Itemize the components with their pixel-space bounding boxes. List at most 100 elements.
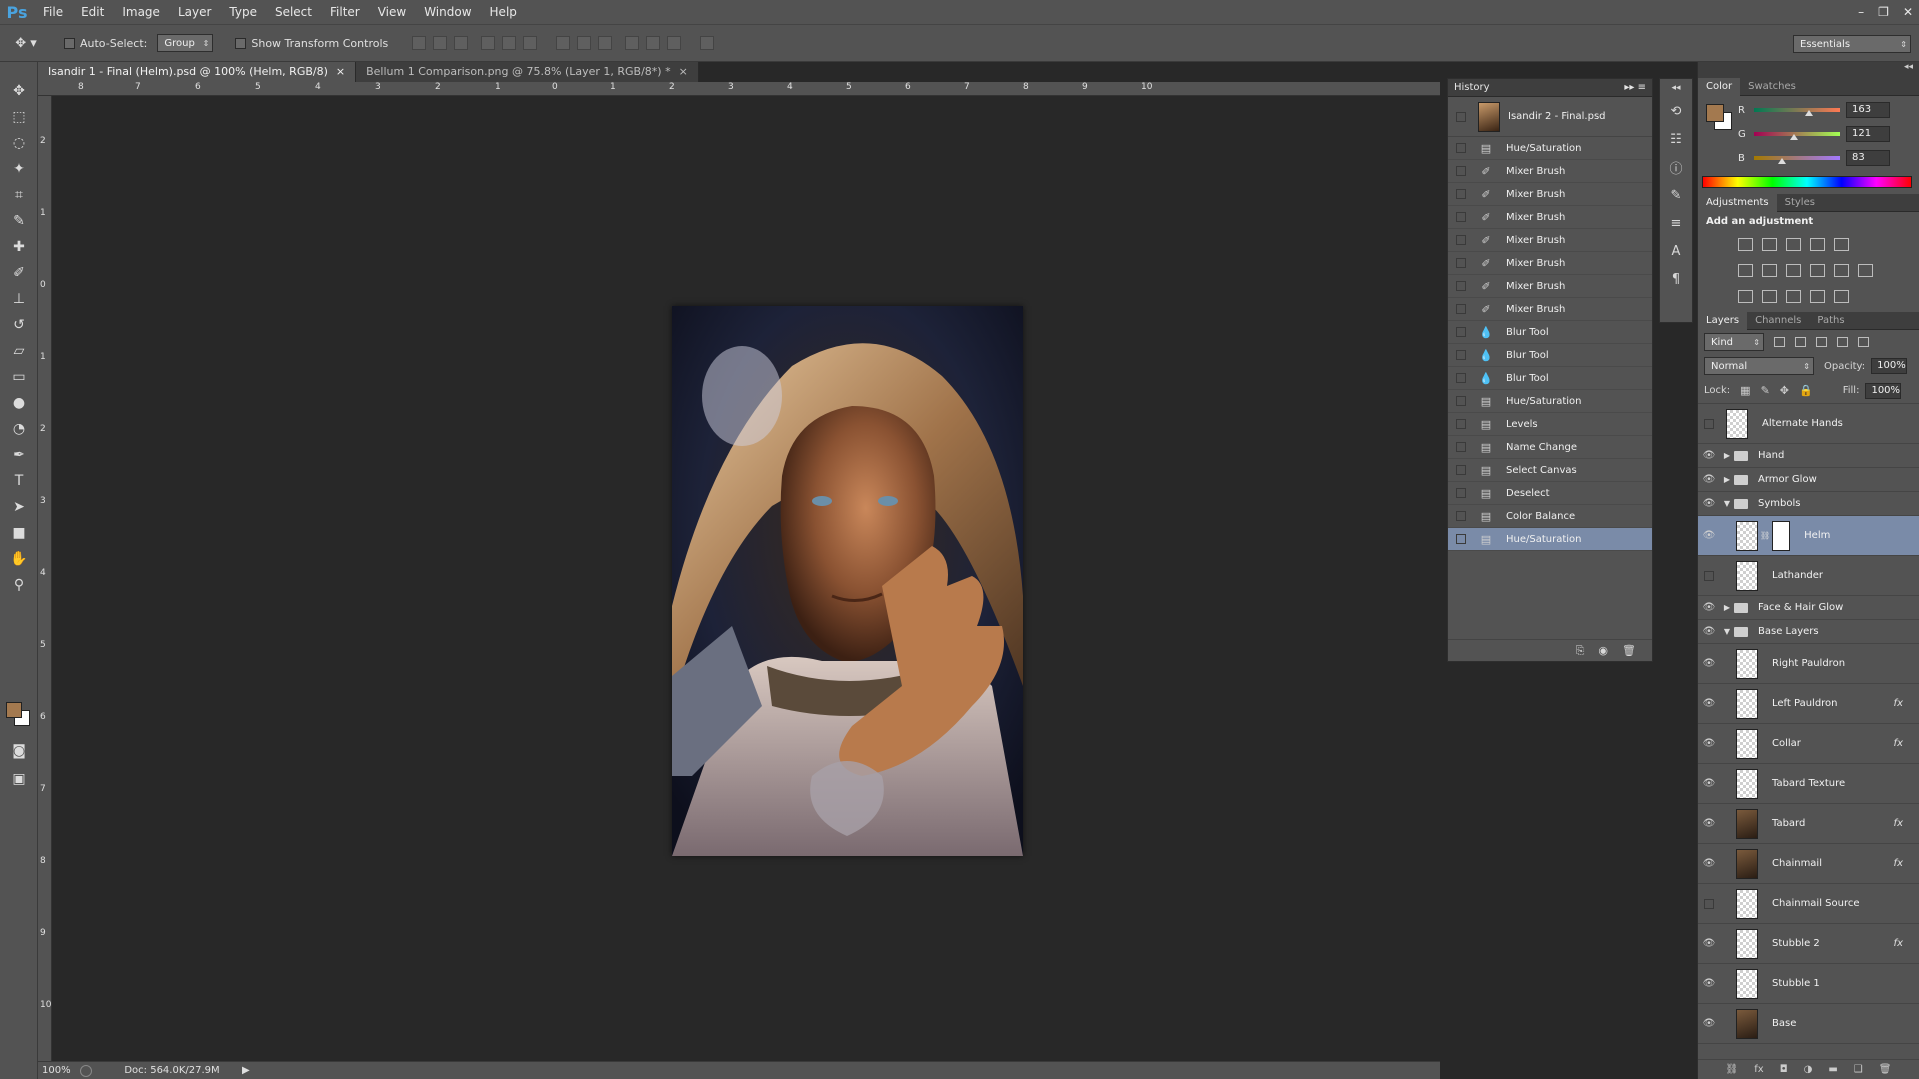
status-menu-arrow[interactable]: ▶ [242, 1065, 250, 1076]
move-tool-icon[interactable]: ✥ [0, 78, 38, 104]
gradient-map-icon[interactable] [1834, 289, 1849, 303]
auto-select-check-icon[interactable] [64, 37, 75, 49]
layer-row[interactable]: 👁 Left Pauldron fx [1698, 684, 1919, 724]
curves-icon[interactable] [1786, 237, 1801, 251]
visibility-off-icon[interactable] [1698, 418, 1720, 429]
history-item[interactable]: ✐ Mixer Brush [1448, 160, 1652, 183]
type-tool-icon[interactable]: T [0, 468, 38, 494]
close-tab-icon[interactable]: × [679, 62, 688, 82]
visibility-eye-icon[interactable]: 👁 [1698, 818, 1720, 829]
photo-filter-icon[interactable] [1810, 263, 1825, 277]
history-brush-icon[interactable]: ↺ [0, 312, 38, 338]
layer-row[interactable]: 👁 Chainmail fx [1698, 844, 1919, 884]
layer-thumbnail[interactable] [1736, 928, 1758, 959]
menu-window[interactable]: Window [415, 0, 480, 24]
pen-tool-icon[interactable]: ✒ [0, 442, 38, 468]
filter-pixel-icon[interactable] [1774, 337, 1785, 347]
screen-mode-icon[interactable]: ▣ [0, 766, 38, 792]
filter-adjustment-icon[interactable] [1795, 337, 1806, 347]
panel-menu-icon[interactable]: ▸▸ ≡ [1624, 82, 1646, 93]
history-source-check[interactable] [1456, 373, 1466, 383]
red-knob[interactable] [1805, 110, 1814, 116]
layer-thumbnail[interactable] [1736, 728, 1758, 759]
history-item[interactable]: 💧 Blur Tool [1448, 367, 1652, 390]
exposure-icon[interactable] [1810, 237, 1825, 251]
blend-mode-dropdown[interactable]: Normal [1704, 357, 1814, 375]
align-bottom-icon[interactable] [454, 36, 469, 50]
new-group-icon[interactable]: ▬ [1828, 1064, 1837, 1075]
eyedropper-icon[interactable]: ✎ [0, 208, 38, 234]
tab-isandir[interactable]: Isandir 1 - Final (Helm).psd @ 100% (Hel… [38, 62, 357, 82]
minimize-button[interactable]: – [1858, 5, 1864, 19]
layer-kind-filter[interactable]: Kind [1704, 333, 1764, 351]
layer-row[interactable]: Lathander [1698, 556, 1919, 596]
lasso-tool-icon[interactable]: ◌ [0, 130, 38, 156]
history-source-check[interactable] [1456, 166, 1466, 176]
trash-icon[interactable]: 🗑 [1622, 644, 1636, 657]
align-right-icon[interactable] [523, 36, 538, 50]
info-icon[interactable]: ⓘ [1660, 153, 1692, 181]
auto-select-dropdown[interactable]: Group [157, 34, 214, 52]
lock-pixels-icon[interactable]: ✎ [1761, 384, 1770, 397]
link-layers-icon[interactable]: ⛓ [1726, 1064, 1739, 1075]
history-item[interactable]: ▤ Hue/Saturation [1448, 390, 1652, 413]
collapsed-triangle-icon[interactable]: ▶ [1720, 603, 1734, 612]
layer-row[interactable]: 👁 Stubble 2 fx [1698, 924, 1919, 964]
brush-tool-icon[interactable]: ✐ [0, 260, 38, 286]
artwork-image[interactable] [672, 306, 1023, 856]
green-value[interactable]: 121 [1846, 126, 1890, 142]
filter-smart-icon[interactable] [1858, 337, 1869, 347]
transform-check-icon[interactable] [235, 37, 247, 49]
tab-styles[interactable]: Styles [1777, 194, 1823, 212]
layer-row[interactable]: 👁 Tabard fx [1698, 804, 1919, 844]
layer-thumbnail[interactable] [1736, 808, 1758, 839]
tab-bellum[interactable]: Bellum 1 Comparison.png @ 75.8% (Layer 1… [356, 62, 699, 82]
history-source-check[interactable] [1456, 396, 1466, 406]
new-document-icon[interactable]: ⎘ [1576, 644, 1585, 658]
history-item[interactable]: ▤ Color Balance [1448, 505, 1652, 528]
blue-slider[interactable] [1754, 156, 1840, 160]
workspace-dropdown[interactable]: Essentials [1793, 35, 1911, 53]
align-vcenter-icon[interactable] [433, 36, 448, 50]
layer-thumbnail[interactable] [1736, 768, 1758, 799]
red-slider[interactable] [1754, 108, 1840, 112]
magic-wand-icon[interactable]: ✦ [0, 156, 38, 182]
lock-transparent-icon[interactable]: ▦ [1740, 384, 1750, 397]
history-source-check[interactable] [1456, 511, 1466, 521]
distribute-left-icon[interactable] [625, 36, 640, 50]
color-balance-icon[interactable] [1762, 263, 1777, 277]
red-value[interactable]: 163 [1846, 102, 1890, 118]
visibility-eye-icon[interactable]: 👁 [1698, 978, 1720, 989]
eraser-icon[interactable]: ▱ [0, 338, 38, 364]
invert-icon[interactable] [1738, 289, 1753, 303]
layer-row[interactable]: 👁 Base [1698, 1004, 1919, 1044]
menu-layer[interactable]: Layer [169, 0, 220, 24]
history-source-check[interactable] [1456, 304, 1466, 314]
layer-thumbnail[interactable] [1736, 560, 1758, 591]
layer-thumbnail[interactable] [1736, 888, 1758, 919]
tab-swatches[interactable]: Swatches [1740, 78, 1804, 96]
menu-image[interactable]: Image [113, 0, 169, 24]
character-icon[interactable]: A [1660, 237, 1692, 265]
visibility-off-icon[interactable] [1698, 898, 1720, 909]
brush-presets-icon[interactable]: ✎ [1660, 181, 1692, 209]
tab-adjustments[interactable]: Adjustments [1698, 193, 1777, 212]
history-source-check[interactable] [1456, 143, 1466, 153]
shape-tool-icon[interactable]: ■ [0, 520, 38, 546]
history-item[interactable]: ▤ Select Canvas [1448, 459, 1652, 482]
show-transform-checkbox[interactable]: Show Transform Controls [235, 37, 388, 50]
crop-tool-icon[interactable]: ⌗ [0, 182, 38, 208]
quick-mask-icon[interactable]: ◙ [0, 738, 38, 764]
history-source-check[interactable] [1456, 327, 1466, 337]
history-item[interactable]: ▤ Levels [1448, 413, 1652, 436]
dodge-tool-icon[interactable]: ◔ [0, 416, 38, 442]
layer-effects-icon[interactable]: fx [1894, 858, 1903, 869]
layer-thumbnail[interactable] [1736, 848, 1758, 879]
visibility-eye-icon[interactable]: 👁 [1698, 450, 1720, 461]
visibility-eye-icon[interactable]: 👁 [1698, 498, 1720, 509]
mask-link-icon[interactable]: ⛓ [1760, 531, 1770, 540]
layer-mask-thumbnail[interactable] [1772, 520, 1791, 551]
color-spectrum[interactable] [1702, 176, 1912, 188]
stamp-tool-icon[interactable]: ⊥ [0, 286, 38, 312]
layer-thumbnail[interactable] [1726, 408, 1748, 439]
